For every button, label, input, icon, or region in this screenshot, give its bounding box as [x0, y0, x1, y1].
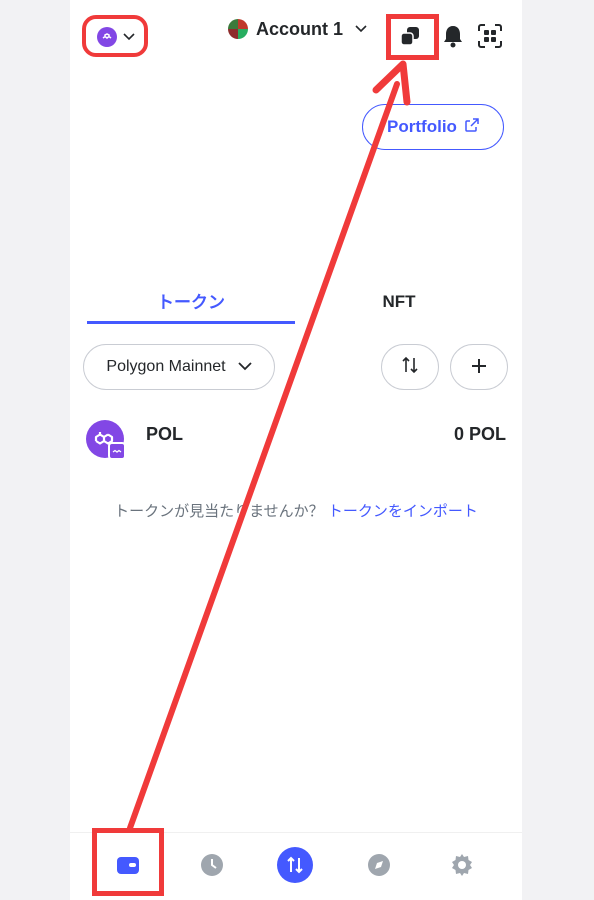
annotation-arrow [127, 60, 411, 831]
